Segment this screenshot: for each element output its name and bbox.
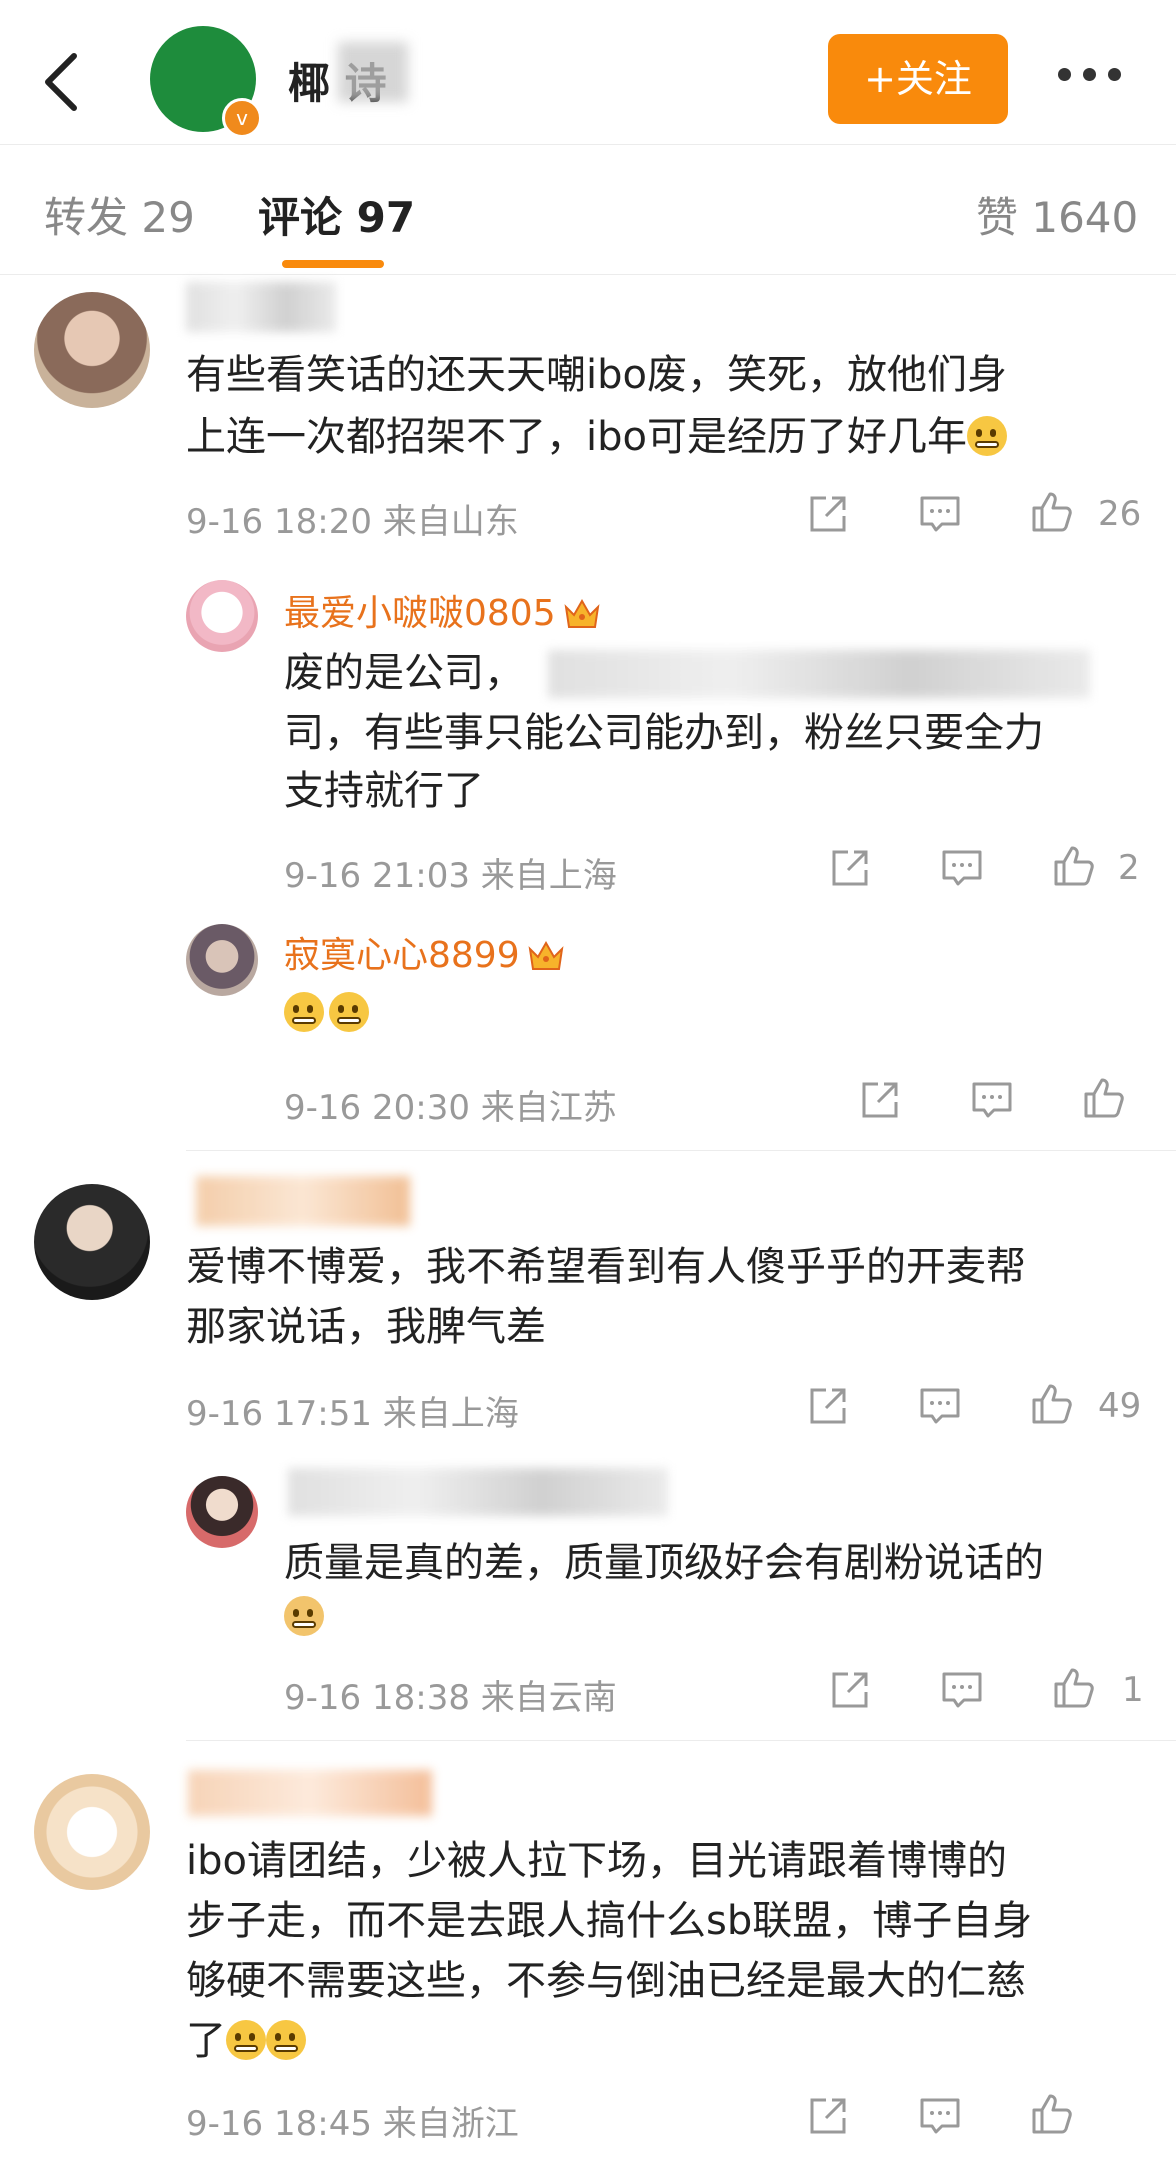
comment-text: 上连一次都招架不了，ibo可是经历了好几年 [186,408,1007,466]
like-icon[interactable] [1082,1076,1126,1120]
like-count: 1 [1122,1670,1144,1710]
comment-text: 了 [186,2012,306,2070]
commenter-avatar[interactable] [34,292,150,408]
share-icon[interactable] [858,1078,902,1122]
reply-meta: 9-16 21:03 来自上海 [284,856,617,896]
reply-avatar[interactable] [186,580,258,652]
comment-text: 有些看笑话的还天天嘲ibo废，笑死，放他们身 [186,352,1007,398]
blurred-text [548,650,1090,698]
commenter-avatar[interactable] [34,1184,150,1300]
tabs-divider [0,274,1176,275]
crying-emoji-icon [266,2020,306,2060]
reply-avatar[interactable] [186,924,258,996]
reply-meta: 9-16 20:30 来自江苏 [284,1088,617,1128]
comment-text: 那家说话，我脾气差 [186,1304,546,1350]
comment-text: 爱博不博爱，我不希望看到有人傻乎乎的开麦帮 [186,1244,1026,1290]
comment-icon[interactable] [940,1668,984,1712]
share-icon[interactable] [806,492,850,536]
share-icon[interactable] [806,1384,850,1428]
comment-icon[interactable] [970,1078,1014,1122]
share-icon[interactable] [828,1668,872,1712]
grin-emoji-icon [966,416,1007,456]
blurred-username [288,1468,668,1516]
comment-text: 够硬不需要这些，不参与倒油已经是最大的仁慈 [186,1958,1026,2004]
like-icon[interactable] [1030,2092,1074,2136]
more-dot-icon [1058,68,1071,81]
comment-meta: 9-16 17:51 来自上海 [186,1394,519,1434]
back-button[interactable] [38,50,86,114]
like-icon[interactable] [1052,1666,1096,1710]
share-icon[interactable] [806,2094,850,2138]
tab-repost[interactable]: 转发 29 [44,184,195,245]
reply-emojis [284,1596,324,1636]
like-count: 49 [1098,1386,1142,1426]
like-icon[interactable] [1030,1382,1074,1426]
commenter-avatar[interactable] [34,1774,150,1890]
comment-icon[interactable] [918,492,962,536]
pleading-emoji-icon [284,992,324,1032]
comment-text: ibo请团结，少被人拉下场，目光请跟着博博的 [186,1838,1007,1884]
reply-username[interactable]: 寂寞心心8899 [284,926,566,978]
blurred-username [188,1770,432,1816]
tab-likes[interactable]: 赞 1640 [976,184,1138,245]
comment-icon[interactable] [940,846,984,890]
more-options-button[interactable] [1058,66,1164,90]
verified-badge-icon: v [222,98,262,138]
crown-badge-icon [564,598,600,628]
comment-meta: 9-16 18:20 来自山东 [186,502,519,542]
comment-icon[interactable] [918,2094,962,2138]
reply-text: 质量是真的差，质量顶级好会有剧粉说话的 [284,1540,1044,1586]
reply-avatar[interactable] [186,1476,258,1548]
comment-meta: 9-16 18:45 来自浙江 [186,2104,519,2144]
more-dot-icon [1108,68,1121,81]
like-icon[interactable] [1052,844,1096,888]
doge-emoji-icon [284,1596,324,1636]
reply-meta: 9-16 18:38 来自云南 [284,1678,617,1718]
header-divider [0,144,1176,145]
reply-username[interactable]: 最爱小啵啵0805 [284,584,602,636]
tab-comments[interactable]: 评论 97 [258,184,415,245]
reply-emojis [284,992,370,1032]
reply-text: 废的是公司， [284,650,524,696]
comment-text: 步子走，而不是去跟人搞什么sb联盟，博子自身 [186,1898,1033,1944]
comment-divider [186,1150,1176,1151]
pleading-emoji-icon [329,992,370,1032]
chevron-left-icon [45,53,77,111]
like-icon[interactable] [1030,490,1074,534]
follow-button[interactable]: +关注 [828,34,1008,124]
crying-emoji-icon [226,2020,266,2060]
name-blur-mask [338,42,408,102]
crown-badge-icon [528,940,564,970]
share-icon[interactable] [828,846,872,890]
more-dot-icon [1083,68,1096,81]
blurred-username [196,1176,410,1226]
comment-divider [186,1740,1176,1741]
like-count: 2 [1118,848,1140,888]
blurred-username [186,282,336,332]
reply-text: 支持就行了 [284,768,484,814]
active-tab-indicator [282,260,384,268]
reply-text: 司，有些事只能公司能办到，粉丝只要全力 [284,710,1044,756]
comment-icon[interactable] [918,1384,962,1428]
like-count: 26 [1098,494,1142,534]
